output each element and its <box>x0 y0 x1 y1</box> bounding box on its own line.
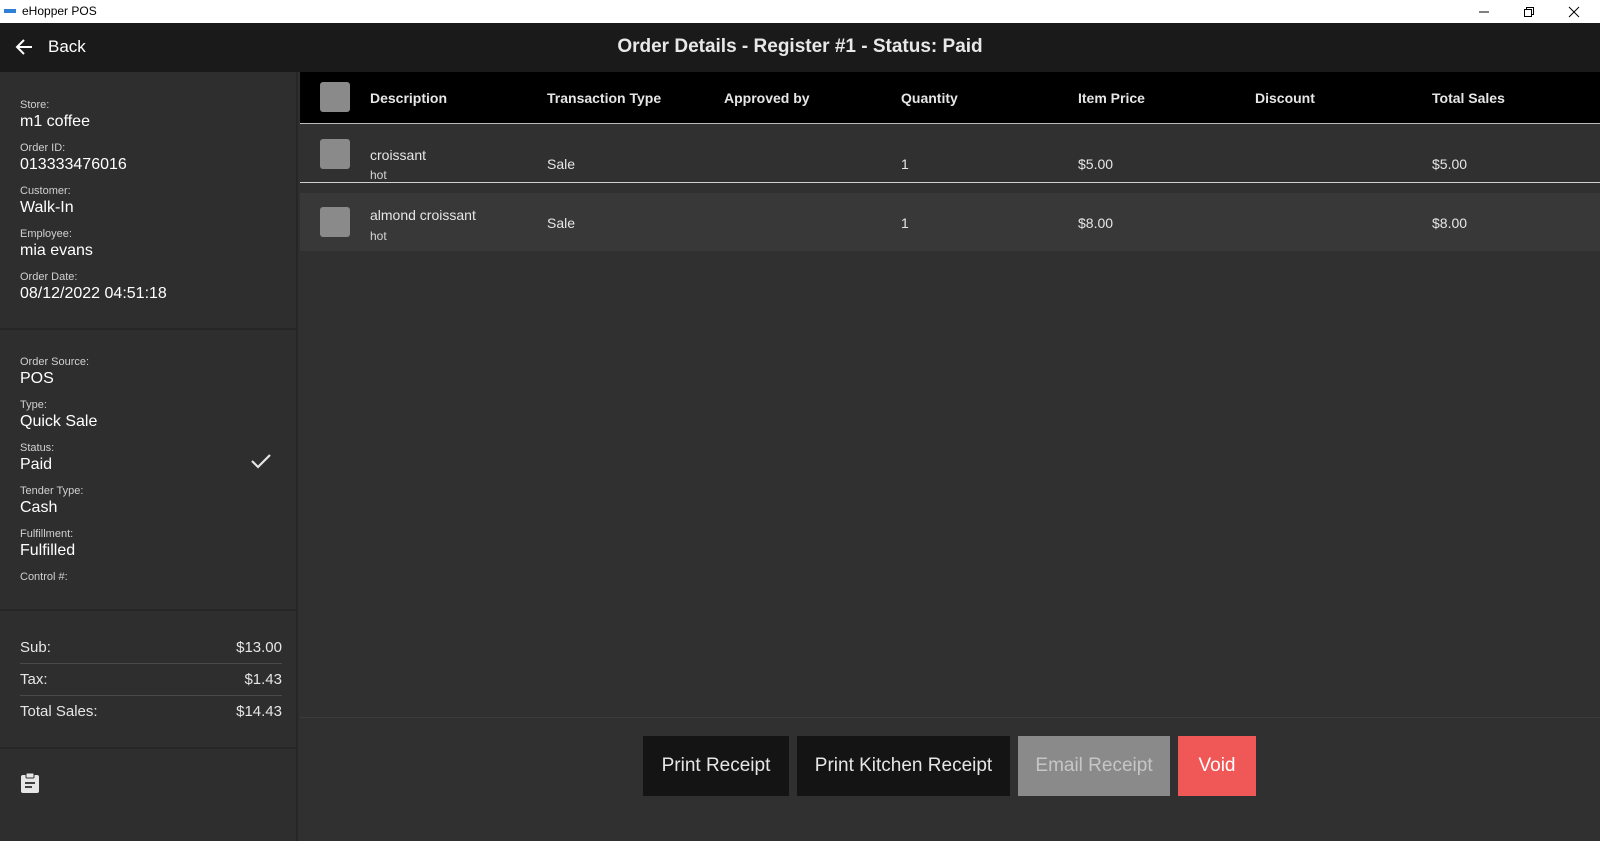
item-total-sales: $8.00 <box>1432 215 1468 231</box>
table-row[interactable]: almond croissant hot Sale 1 $8.00 $8.00 <box>300 193 1600 251</box>
minimize-icon <box>1479 11 1489 12</box>
control-field: Control #: <box>20 571 68 584</box>
employee-value: mia evans <box>20 242 93 259</box>
employee-label: Employee: <box>20 228 72 240</box>
tender-type-field: Tender Type: Cash <box>20 485 83 517</box>
order-id-value: 013333476016 <box>20 156 127 173</box>
column-approved-by[interactable]: Approved by <box>724 90 810 106</box>
status-field: Status: Paid <box>20 442 54 474</box>
item-description: croissant <box>370 147 427 163</box>
column-description[interactable]: Description <box>370 90 447 106</box>
item-modifier: hot <box>370 229 387 243</box>
fulfillment-label: Fulfillment: <box>20 528 74 540</box>
customer-value: Walk-In <box>20 199 74 216</box>
void-button[interactable]: Void <box>1178 736 1256 796</box>
sidebar-divider <box>0 609 298 611</box>
employee-field: Employee: mia evans <box>20 228 93 260</box>
sidebar-divider <box>0 747 298 749</box>
column-quantity[interactable]: Quantity <box>901 90 958 106</box>
row-checkbox[interactable] <box>320 139 350 169</box>
window-titlebar: eHopper POS <box>0 0 1600 23</box>
fulfillment-value: Fulfilled <box>20 542 76 559</box>
total-sales-row: Total Sales: $14.43 <box>20 695 282 727</box>
item-quantity: 1 <box>901 215 909 231</box>
store-label: Store: <box>20 99 50 111</box>
print-receipt-button[interactable]: Print Receipt <box>643 736 789 796</box>
order-source-label: Order Source: <box>20 356 90 368</box>
subtotal-value: $13.00 <box>236 638 282 656</box>
close-button[interactable] <box>1552 0 1596 23</box>
order-date-field: Order Date: 08/12/2022 04:51:18 <box>20 271 167 303</box>
select-all-checkbox[interactable] <box>320 82 350 112</box>
type-value: Quick Sale <box>20 413 98 430</box>
order-id-label: Order ID: <box>20 142 66 154</box>
subtotal-row: Sub: $13.00 <box>20 631 282 663</box>
type-label: Type: <box>20 399 47 411</box>
order-info-sidebar: Store: m1 coffee Order ID: 013333476016 … <box>0 72 298 841</box>
order-source-value: POS <box>20 370 54 387</box>
customer-field: Customer: Walk-In <box>20 185 74 217</box>
clipboard-icon[interactable] <box>20 772 40 794</box>
tax-row: Tax: $1.43 <box>20 663 282 695</box>
order-date-value: 08/12/2022 04:51:18 <box>20 285 167 302</box>
restore-icon <box>1524 6 1534 17</box>
check-icon <box>251 454 271 469</box>
item-price: $8.00 <box>1078 215 1114 231</box>
column-discount[interactable]: Discount <box>1255 90 1315 106</box>
column-transaction-type[interactable]: Transaction Type <box>547 90 661 106</box>
item-description: almond croissant <box>370 207 476 223</box>
store-value: m1 coffee <box>20 113 90 130</box>
tender-type-value: Cash <box>20 499 58 516</box>
table-row[interactable]: croissant hot Sale 1 $5.00 $5.00 <box>300 125 1600 183</box>
page-title: Order Details - Register #1 - Status: Pa… <box>617 36 983 57</box>
close-icon <box>1568 6 1580 17</box>
fulfillment-field: Fulfillment: Fulfilled <box>20 528 75 560</box>
item-quantity: 1 <box>901 156 909 172</box>
status-value: Paid <box>20 456 53 473</box>
column-item-price[interactable]: Item Price <box>1078 90 1145 106</box>
item-total-sales: $5.00 <box>1432 156 1468 172</box>
control-label: Control #: <box>20 571 68 583</box>
page-header: Back Order Details - Register #1 - Statu… <box>0 23 1600 72</box>
store-field: Store: m1 coffee <box>20 99 90 131</box>
row-checkbox[interactable] <box>320 207 350 237</box>
total-sales-value: $14.43 <box>236 702 282 720</box>
tender-type-label: Tender Type: <box>20 485 84 497</box>
order-items-table-header: Description Transaction Type Approved by… <box>300 72 1600 124</box>
window-title: eHopper POS <box>22 4 97 18</box>
type-field: Type: Quick Sale <box>20 399 97 431</box>
item-transaction-type: Sale <box>547 156 576 172</box>
order-date-label: Order Date: <box>20 271 78 283</box>
order-id-field: Order ID: 013333476016 <box>20 142 127 174</box>
minimize-button[interactable] <box>1462 0 1506 23</box>
item-price: $5.00 <box>1078 156 1114 172</box>
item-modifier: hot <box>370 168 387 182</box>
subtotal-label: Sub: <box>20 638 51 656</box>
item-transaction-type: Sale <box>547 215 576 231</box>
actions-divider <box>300 717 1600 718</box>
email-receipt-button[interactable]: Email Receipt <box>1018 736 1170 796</box>
tax-label: Tax: <box>20 670 48 688</box>
app-icon <box>4 9 16 13</box>
tax-value: $1.43 <box>244 670 282 688</box>
customer-label: Customer: <box>20 185 71 197</box>
column-total-sales[interactable]: Total Sales <box>1432 90 1505 106</box>
status-label: Status: <box>20 442 55 454</box>
order-source-field: Order Source: POS <box>20 356 89 388</box>
total-sales-label: Total Sales: <box>20 702 98 720</box>
restore-button[interactable] <box>1507 0 1551 23</box>
sidebar-divider <box>0 328 298 330</box>
print-kitchen-receipt-button[interactable]: Print Kitchen Receipt <box>797 736 1010 796</box>
